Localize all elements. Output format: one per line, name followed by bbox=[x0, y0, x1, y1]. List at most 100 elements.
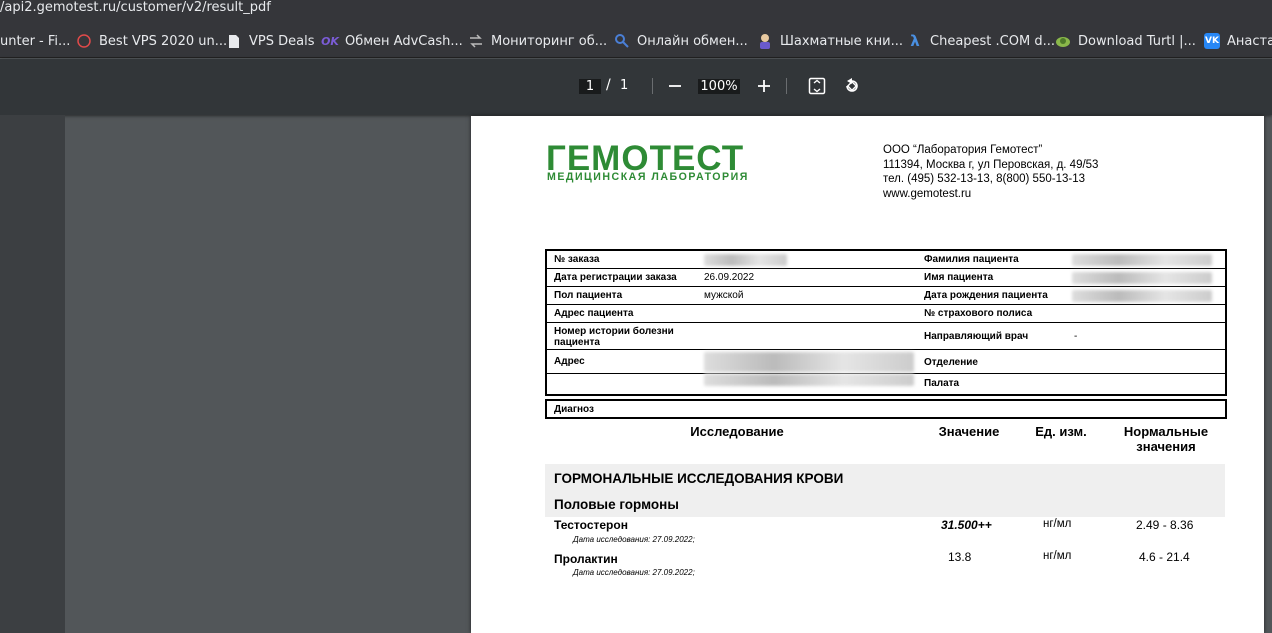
bookmark-label: unter - Fi... bbox=[0, 33, 71, 49]
blurred-birth-date bbox=[1072, 290, 1212, 302]
org-website: www.gemotest.ru bbox=[883, 187, 972, 200]
section-title: ГОРМОНАЛЬНЫЕ ИССЛЕДОВАНИЯ КРОВИ bbox=[554, 471, 844, 486]
surname-label: Фамилия пациента bbox=[924, 254, 1019, 265]
address-label: Адрес bbox=[554, 356, 585, 367]
sex-value: мужской bbox=[704, 290, 744, 301]
page-total: 1 bbox=[620, 78, 629, 93]
pdf-toolbar: 1 / 1 100% bbox=[0, 59, 1272, 115]
blurred-name bbox=[1072, 272, 1212, 284]
ward-label: Палата bbox=[924, 378, 960, 389]
circle-icon bbox=[76, 33, 92, 49]
bookmark-7[interactable]: λ Cheapest .COM d... bbox=[907, 31, 1055, 51]
info-row: Номер истории болезни пациента Направляю… bbox=[547, 323, 1225, 350]
doctor-label: Направляющий врач bbox=[924, 331, 1029, 342]
col-value: Значение bbox=[938, 424, 1000, 439]
info-row: Пол пациента мужской Дата рождения пацие… bbox=[547, 287, 1225, 305]
diagnosis-label: Диагноз bbox=[554, 404, 594, 415]
history-label: Номер истории болезни пациента bbox=[554, 326, 674, 348]
page-separator: / bbox=[606, 77, 611, 93]
test-name: Пролактин bbox=[554, 552, 618, 566]
col-unit: Ед. изм. bbox=[1035, 424, 1087, 439]
doctor-value: - bbox=[1074, 331, 1078, 342]
info-row: Адрес пациента № страхового полиса bbox=[547, 305, 1225, 323]
info-row: Адрес Отделение bbox=[547, 350, 1225, 374]
test-name: Тестостерон bbox=[554, 518, 628, 532]
test-date: Дата исследования: 27.09.2022; bbox=[573, 535, 695, 544]
bookmark-2[interactable]: VPS Deals bbox=[226, 31, 314, 51]
org-phone: тел. (495) 532-13-13, 8(800) 550-13-13 bbox=[883, 173, 1085, 185]
bookmark-label: Cheapest .COM d... bbox=[930, 33, 1055, 49]
document-icon bbox=[226, 33, 242, 49]
vk-icon: VK bbox=[1204, 33, 1220, 49]
swap-icon bbox=[468, 33, 484, 49]
bookmark-label: Best VPS 2020 un... bbox=[99, 33, 228, 49]
bookmark-8[interactable]: Download Turtl |... bbox=[1055, 31, 1196, 51]
toolbar-divider bbox=[652, 78, 653, 94]
birth-label: Дата рождения пациента bbox=[924, 290, 1048, 301]
fit-page-icon bbox=[808, 77, 826, 95]
info-row: Дата регистрации заказа 26.09.2022 Имя п… bbox=[547, 269, 1225, 287]
rotate-button[interactable] bbox=[838, 72, 866, 100]
zoom-out-button[interactable] bbox=[661, 72, 689, 100]
test-value: 31.500++ bbox=[941, 518, 992, 532]
department-label: Отделение bbox=[924, 357, 978, 368]
bookmark-4[interactable]: Мониторинг об... bbox=[468, 31, 607, 51]
bookmark-3[interactable]: OK Обмен AdvCash... bbox=[321, 31, 463, 51]
pdf-page: ГЕМОТЕСТ МЕДИЦИНСКАЯ ЛАБОРАТОРИЯ ООО “Ла… bbox=[471, 116, 1264, 633]
logo-subtitle: МЕДИЦИНСКАЯ ЛАБОРАТОРИЯ bbox=[547, 171, 749, 183]
test-unit: нг/мл bbox=[1043, 518, 1072, 530]
blurred-address-line bbox=[704, 374, 914, 386]
test-unit: нг/мл bbox=[1043, 550, 1072, 562]
col-norm: Нормальные значения bbox=[1123, 424, 1209, 454]
bookmark-1[interactable]: Best VPS 2020 un... bbox=[76, 31, 227, 51]
org-name: ООО “Лаборатория Гемотест” bbox=[883, 144, 1043, 156]
bookmark-0[interactable]: unter - Fi... bbox=[0, 31, 70, 51]
policy-label: № страхового полиса bbox=[924, 308, 1033, 319]
plus-icon bbox=[758, 80, 770, 92]
ok-icon: OK bbox=[321, 34, 339, 48]
bookmark-label: Анаста bbox=[1227, 33, 1272, 49]
bookmark-label: VPS Deals bbox=[249, 33, 315, 49]
test-norm: 2.49 - 8.36 bbox=[1136, 518, 1194, 532]
diagnosis-row: Диагноз bbox=[545, 399, 1227, 419]
bookmark-6[interactable]: Шахматные кни... bbox=[757, 31, 903, 51]
person-icon bbox=[757, 33, 773, 49]
test-norm: 4.6 - 21.4 bbox=[1139, 550, 1190, 564]
address-bar[interactable]: /api2.gemotest.ru/customer/v2/result_pdf bbox=[0, 0, 1272, 22]
zoom-in-button[interactable] bbox=[750, 72, 778, 100]
reg-date-label: Дата регистрации заказа bbox=[554, 272, 677, 283]
name-label: Имя пациента bbox=[924, 272, 994, 283]
turtle-icon bbox=[1055, 33, 1071, 49]
pdf-sidebar bbox=[0, 115, 65, 633]
blurred-surname bbox=[1072, 254, 1212, 266]
bookmark-9[interactable]: VK Анаста bbox=[1204, 31, 1272, 51]
subsection-title: Половые гормоны bbox=[554, 497, 679, 512]
patient-address-label: Адрес пациента bbox=[554, 308, 634, 319]
test-value: 13.8 bbox=[948, 550, 972, 564]
bookmarks-bar: unter - Fi... Best VPS 2020 un... VPS De… bbox=[0, 22, 1272, 58]
info-row: № заказа Фамилия пациента bbox=[547, 251, 1225, 269]
minus-icon bbox=[669, 85, 681, 87]
bookmark-label: Мониторинг об... bbox=[491, 33, 608, 49]
search-icon bbox=[614, 33, 630, 49]
org-address: 111394, Москва г, ул Перовская, д. 49/53 bbox=[883, 158, 1099, 171]
fit-page-button[interactable] bbox=[803, 72, 831, 100]
zoom-input[interactable]: 100% bbox=[698, 79, 740, 94]
info-row: Палата bbox=[547, 374, 1225, 394]
patient-info-table: № заказа Фамилия пациента Дата регистрац… bbox=[545, 249, 1227, 396]
page-number-input[interactable]: 1 bbox=[579, 79, 601, 94]
bookmark-label: Обмен AdvCash... bbox=[345, 33, 463, 49]
org-info: ООО “Лаборатория Гемотест” 111394, Москв… bbox=[883, 143, 1098, 201]
bookmark-label: Шахматные кни... bbox=[780, 33, 903, 49]
col-study: Исследование bbox=[690, 424, 784, 439]
url-text: /api2.gemotest.ru/customer/v2/result_pdf bbox=[0, 0, 271, 15]
bookmark-5[interactable]: Онлайн обмен... bbox=[614, 31, 748, 51]
rotate-icon bbox=[846, 78, 858, 92]
toolbar-divider bbox=[786, 78, 787, 94]
bookmark-label: Download Turtl |... bbox=[1078, 33, 1196, 49]
test-date: Дата исследования: 27.09.2022; bbox=[573, 568, 695, 577]
lambda-icon: λ bbox=[910, 32, 920, 50]
reg-date-value: 26.09.2022 bbox=[704, 272, 755, 283]
bookmark-label: Онлайн обмен... bbox=[637, 33, 748, 49]
blurred-order-no bbox=[704, 254, 787, 266]
